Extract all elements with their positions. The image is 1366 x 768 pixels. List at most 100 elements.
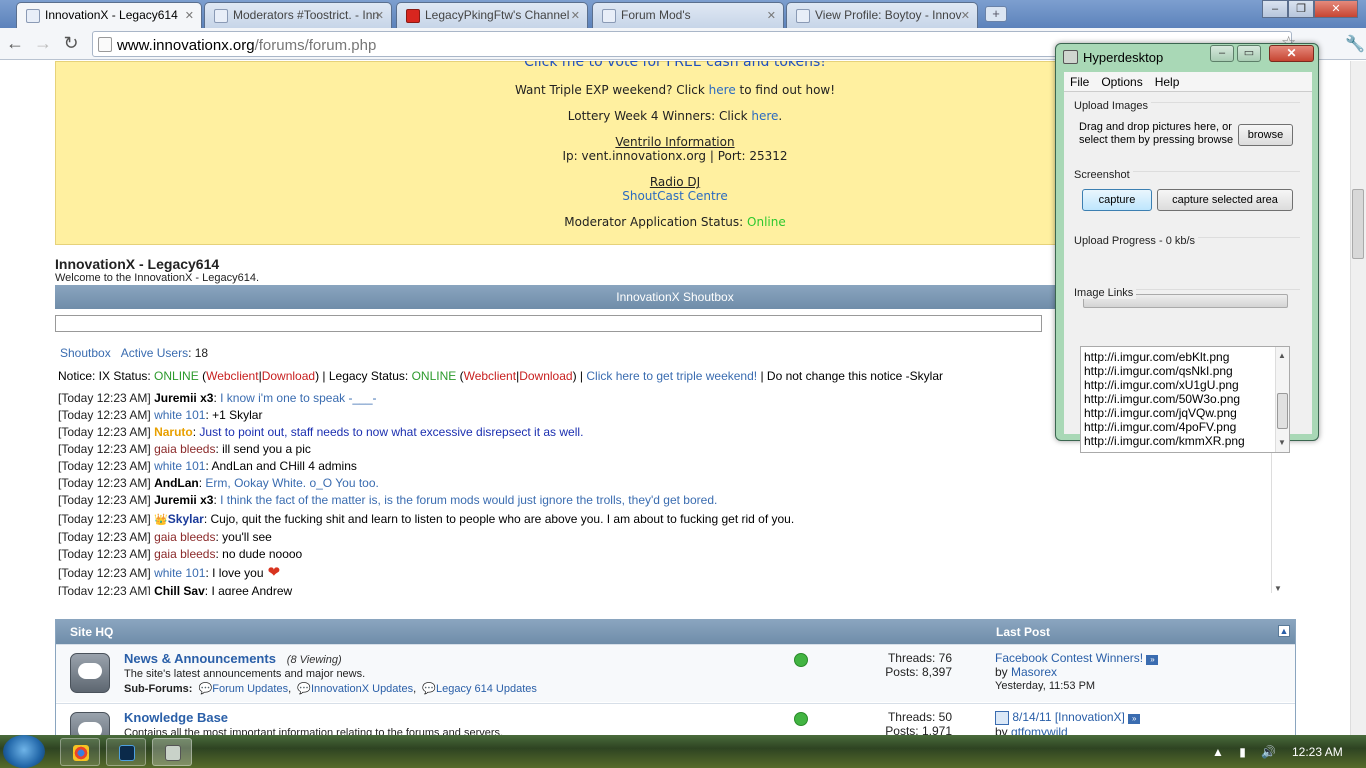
- menu-file[interactable]: File: [1070, 75, 1089, 89]
- page-scrollbar-thumb[interactable]: [1352, 189, 1364, 259]
- shout-timestamp: [Today 12:23 AM]: [58, 425, 151, 439]
- shout-username[interactable]: white 101: [154, 408, 205, 422]
- forum-counts: Threads: 50 Posts: 1,971: [876, 710, 952, 735]
- forward-button[interactable]: →: [32, 33, 54, 55]
- shout-username[interactable]: Skylar: [168, 512, 204, 526]
- capture-selected-area-button[interactable]: capture selected area: [1157, 189, 1293, 211]
- screenshot-group: Screenshot capture capture selected area: [1074, 169, 1300, 221]
- go-to-last-post-icon[interactable]: »: [1128, 714, 1141, 724]
- subforum-link[interactable]: InnovationX Updates: [311, 683, 413, 695]
- close-tab-icon[interactable]: ✕: [767, 9, 776, 22]
- capture-button[interactable]: capture: [1082, 189, 1152, 211]
- shout-username[interactable]: Juremii x3: [154, 493, 213, 507]
- tab-forum-mods[interactable]: Forum Mod's ✕: [592, 2, 784, 28]
- image-link[interactable]: http://i.imgur.com/kmmXR.png: [1084, 434, 1289, 448]
- hyperdesktop-icon: [165, 745, 181, 761]
- shout-username[interactable]: gaia bleeds: [154, 547, 215, 561]
- go-to-last-post-icon[interactable]: »: [1146, 655, 1159, 665]
- triple-weekend-link[interactable]: Click here to get triple weekend!: [586, 369, 757, 383]
- shout-message: [Today 12:23 AM] gaia bleeds: no dude no…: [58, 547, 303, 561]
- subforum-link[interactable]: Legacy 614 Updates: [436, 683, 537, 695]
- shout-username[interactable]: white 101: [154, 566, 205, 580]
- vote-link-text[interactable]: Click me to vote for FREE cash and token…: [524, 61, 826, 70]
- taskbar-hyperdesktop[interactable]: [152, 738, 192, 766]
- shout-username[interactable]: Chill Sav: [154, 584, 205, 595]
- download-link[interactable]: Download: [262, 369, 315, 383]
- taskbar-clock[interactable]: 12:23 AM: [1292, 745, 1343, 759]
- collapse-icon[interactable]: ▲: [1278, 625, 1290, 637]
- tab-active-users[interactable]: Active Users: [121, 346, 188, 360]
- image-link[interactable]: http://i.imgur.com/ebKlt.png: [1084, 350, 1289, 364]
- shout-text: Just to point out, staff needs to now wh…: [199, 425, 584, 439]
- shoutbox-input[interactable]: [55, 315, 1042, 332]
- shout-username[interactable]: AndLan: [154, 476, 199, 490]
- image-link[interactable]: http://i.imgur.com/xU1gU.png: [1084, 378, 1289, 392]
- close-tab-icon[interactable]: ✕: [571, 9, 580, 22]
- shout-timestamp: [Today 12:23 AM]: [58, 442, 151, 456]
- shoutbox-notice: Notice: IX Status: ONLINE (Webclient|Dow…: [58, 369, 943, 383]
- new-tab-button[interactable]: +: [985, 6, 1007, 22]
- menu-help[interactable]: Help: [1155, 75, 1180, 89]
- lottery-link[interactable]: here: [751, 109, 778, 123]
- site-hq-title[interactable]: Site HQ: [70, 620, 113, 644]
- shout-username[interactable]: Juremii x3: [154, 391, 213, 405]
- image-links-scrollbar[interactable]: ▲ ▼: [1275, 347, 1289, 452]
- hyperdesktop-close-button[interactable]: ✕: [1269, 45, 1314, 62]
- last-post-link[interactable]: 8/14/11 [InnovationX]: [1012, 710, 1125, 724]
- wrench-menu-icon[interactable]: 🔧: [1345, 34, 1365, 53]
- triple-exp-link[interactable]: here: [709, 83, 736, 97]
- reload-button[interactable]: ↻: [60, 33, 82, 55]
- webclient-link[interactable]: Webclient: [464, 369, 516, 383]
- start-button[interactable]: [3, 735, 45, 768]
- forum-row[interactable]: Knowledge Base Contains all the most imp…: [56, 703, 1295, 735]
- back-button[interactable]: ←: [4, 33, 26, 55]
- tab-youtube-channel[interactable]: LegacyPkingFtw's Channel ✕: [396, 2, 588, 28]
- shout-username[interactable]: gaia bleeds: [154, 530, 215, 544]
- forum-status-icon: [794, 653, 808, 667]
- image-link[interactable]: http://i.imgur.com/4poFV.png: [1084, 420, 1289, 434]
- image-link[interactable]: http://i.imgur.com/qsNkI.png: [1084, 364, 1289, 378]
- hyperdesktop-maximize-button[interactable]: ▭: [1237, 45, 1261, 62]
- webclient-link[interactable]: Webclient: [206, 369, 258, 383]
- image-link[interactable]: http://i.imgur.com/jqVQw.png: [1084, 406, 1289, 420]
- browse-button[interactable]: browse: [1238, 124, 1293, 146]
- maximize-button[interactable]: ❐: [1288, 0, 1314, 18]
- forum-title-link[interactable]: Knowledge Base: [124, 710, 228, 725]
- chrome-icon: [73, 745, 89, 761]
- close-tab-icon[interactable]: ✕: [185, 9, 194, 22]
- system-tray-icons[interactable]: ▲ ▮ 🔊: [1212, 745, 1282, 759]
- tab-shoutbox[interactable]: Shoutbox: [60, 346, 111, 360]
- close-window-button[interactable]: ✕: [1314, 0, 1358, 18]
- last-post-link[interactable]: Facebook Contest Winners!: [995, 651, 1143, 665]
- forum-row[interactable]: News & Announcements (8 Viewing) The sit…: [56, 644, 1295, 702]
- minimize-button[interactable]: ‒: [1262, 0, 1288, 18]
- close-tab-icon[interactable]: ✕: [375, 9, 384, 22]
- forum-name[interactable]: Knowledge Base: [124, 710, 228, 725]
- forum-name[interactable]: News & Announcements: [124, 651, 276, 666]
- menu-options[interactable]: Options: [1101, 75, 1142, 89]
- shout-message: [Today 12:23 AM] Chill Sav: I agree Andr…: [58, 583, 1283, 595]
- tab-moderators[interactable]: Moderators #Toostrict. - Inn ✕: [204, 2, 392, 28]
- last-post-author[interactable]: gtfomywild: [1011, 725, 1068, 735]
- subforum-link[interactable]: Forum Updates: [212, 683, 288, 695]
- image-links-list[interactable]: http://i.imgur.com/ebKlt.png http://i.im…: [1080, 346, 1290, 453]
- tab-label: InnovationX - Legacy614: [45, 8, 178, 22]
- last-post-author[interactable]: Masorex: [1011, 665, 1057, 679]
- shout-username[interactable]: Naruto: [154, 425, 193, 439]
- tab-innovationx[interactable]: InnovationX - Legacy614 ✕: [16, 2, 202, 28]
- subforums: Sub-Forums: 💬Forum Updates, 💬InnovationX…: [124, 683, 537, 695]
- tab-view-profile[interactable]: View Profile: Boytoy - Innov ✕: [786, 2, 978, 28]
- download-link[interactable]: Download: [519, 369, 572, 383]
- taskbar-chrome[interactable]: [60, 738, 100, 766]
- document-icon: [995, 710, 1009, 725]
- page-scrollbar[interactable]: [1350, 61, 1366, 735]
- image-link[interactable]: http://i.imgur.com/50W3o.png: [1084, 392, 1289, 406]
- forum-title-link[interactable]: News & Announcements (8 Viewing): [124, 651, 342, 666]
- hyperdesktop-minimize-button[interactable]: ‒: [1210, 45, 1234, 62]
- taskbar-photoshop[interactable]: [106, 738, 146, 766]
- forum-posts: Posts: 8,397: [885, 665, 952, 679]
- shout-username[interactable]: gaia bleeds: [154, 442, 215, 456]
- forum-last-post: 8/14/11 [InnovationX] » by gtfomywild: [995, 710, 1141, 735]
- shout-username[interactable]: white 101: [154, 459, 205, 473]
- close-tab-icon[interactable]: ✕: [961, 9, 970, 22]
